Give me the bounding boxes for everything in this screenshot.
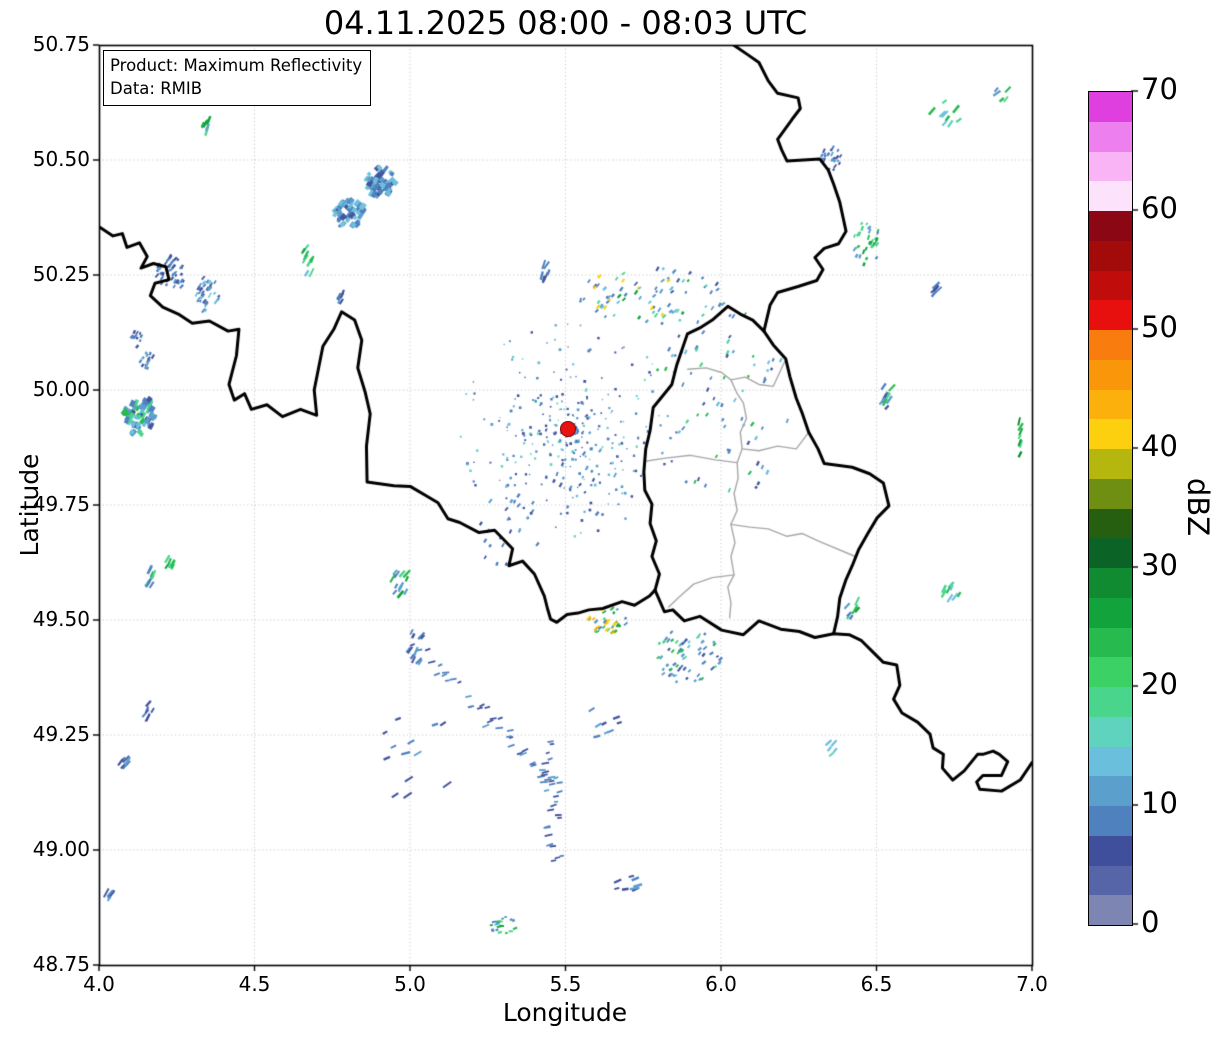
product-info-box: Product: Maximum Reflectivity Data: RMIB <box>103 50 372 106</box>
colorbar-label: dBZ <box>1181 477 1215 537</box>
colorbar-segment <box>1089 91 1132 122</box>
colorbar-segment <box>1089 865 1132 896</box>
colorbar-segment <box>1089 329 1132 360</box>
colorbar-segment <box>1089 627 1132 658</box>
colorbar-segment <box>1089 537 1132 568</box>
colorbar-segment <box>1089 478 1132 509</box>
colorbar-segment <box>1089 389 1132 420</box>
colorbar-tick-label: 70 <box>1141 72 1178 106</box>
x-tick-label: 5.5 <box>549 972 582 996</box>
y-tick-label: 49.00 <box>32 837 90 861</box>
colorbar-segment <box>1089 121 1132 152</box>
colorbar-segment <box>1089 716 1132 747</box>
colorbar-segment <box>1089 210 1132 241</box>
colorbar-tick-label: 60 <box>1141 191 1178 225</box>
x-tick-label: 5.0 <box>394 972 426 996</box>
map-canvas <box>0 0 1219 1040</box>
y-tick-label: 49.75 <box>32 492 90 516</box>
figure-root: 04.11.2025 08:00 - 08:03 UTC Product: Ma… <box>0 0 1219 1040</box>
data-source-label: Data: RMIB <box>110 79 203 99</box>
colorbar-segment <box>1089 656 1132 687</box>
colorbar-segment <box>1089 359 1132 390</box>
colorbar-segment <box>1089 775 1132 806</box>
x-tick-label: 6.0 <box>705 972 737 996</box>
colorbar-segment <box>1089 508 1132 539</box>
colorbar-segment <box>1089 894 1132 925</box>
product-line-label: Product: Maximum Reflectivity <box>110 56 363 75</box>
radar-site-marker <box>559 421 576 438</box>
colorbar-segment <box>1089 746 1132 777</box>
colorbar <box>1088 91 1133 926</box>
y-tick-label: 50.75 <box>32 32 90 56</box>
y-tick-label: 48.75 <box>32 952 90 976</box>
colorbar-tick-label: 40 <box>1141 429 1178 463</box>
colorbar-segment <box>1089 597 1132 628</box>
colorbar-segment <box>1089 448 1132 479</box>
colorbar-segment <box>1089 805 1132 836</box>
colorbar-segment <box>1089 151 1132 182</box>
colorbar-tick-label: 20 <box>1141 667 1178 701</box>
x-axis-label: Longitude <box>502 998 628 1027</box>
colorbar-segment <box>1089 835 1132 866</box>
colorbar-segment <box>1089 418 1132 449</box>
plot-title: 04.11.2025 08:00 - 08:03 UTC <box>323 4 808 42</box>
colorbar-tick-label: 10 <box>1141 786 1178 820</box>
colorbar-segment <box>1089 567 1132 598</box>
y-tick-label: 49.50 <box>32 607 90 631</box>
y-tick-label: 50.00 <box>32 377 90 401</box>
x-tick-label: 4.5 <box>238 972 271 996</box>
colorbar-tick-label: 50 <box>1141 310 1178 344</box>
colorbar-segment <box>1089 686 1132 717</box>
x-tick-label: 6.5 <box>860 972 893 996</box>
colorbar-segment <box>1089 180 1132 211</box>
colorbar-segment <box>1089 240 1132 271</box>
y-tick-label: 50.25 <box>32 262 90 286</box>
colorbar-tick-label: 30 <box>1141 548 1178 582</box>
x-tick-label: 7.0 <box>1016 972 1048 996</box>
colorbar-segment <box>1089 270 1132 301</box>
y-tick-label: 50.50 <box>32 147 90 171</box>
colorbar-segment <box>1089 299 1132 330</box>
colorbar-tick-label: 0 <box>1141 905 1160 939</box>
y-tick-label: 49.25 <box>32 722 90 746</box>
